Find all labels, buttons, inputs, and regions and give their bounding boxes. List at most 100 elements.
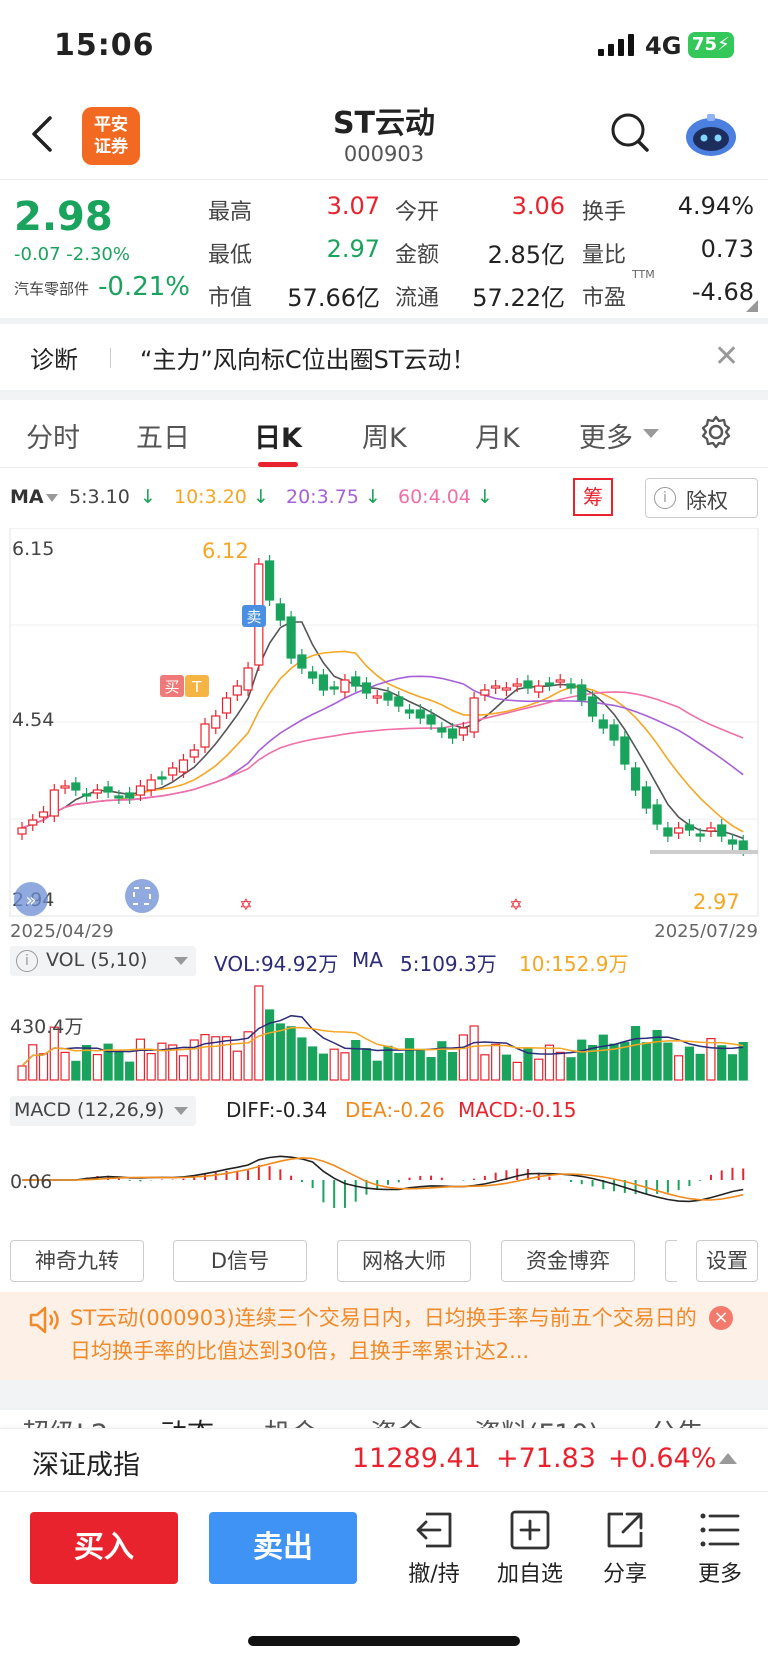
tab-announcement[interactable]: 公告 <box>650 1412 704 1428</box>
candle-body <box>458 727 468 736</box>
more-button[interactable]: 更多 <box>680 1510 760 1588</box>
candle-body <box>641 786 651 809</box>
candle-body <box>469 697 479 733</box>
candle-body <box>534 685 544 693</box>
speaker-icon <box>29 1306 59 1334</box>
volume-bar <box>71 1060 81 1081</box>
volume-bar <box>146 1052 156 1081</box>
volume-bar <box>383 1045 393 1081</box>
indicator-fund-game[interactable]: 资金博弈 <box>501 1240 635 1282</box>
open-value: 3.06 <box>511 192 565 220</box>
tab-intraday[interactable]: 分时 <box>26 416 80 455</box>
indicator-partial[interactable] <box>665 1240 677 1282</box>
candle-body <box>447 728 458 739</box>
indicator-nine-turn[interactable]: 神奇九转 <box>10 1240 144 1282</box>
announcement-text[interactable]: ST云动(000903)连续三个交易日内，日均换手率与前五个交易日的日均换手率的… <box>70 1302 700 1368</box>
candle-body <box>17 827 27 835</box>
indicator-grid-master[interactable]: 网格大师 <box>337 1240 471 1282</box>
pe-label: 市盈 <box>582 286 627 311</box>
volume-header: i VOL (5,10) VOL:94.92万 MA 5:109.3万 10:1… <box>10 946 760 978</box>
sector-change[interactable]: -0.21% <box>98 272 190 302</box>
volume-bar <box>114 1050 124 1081</box>
event-star-icon[interactable]: ✡ <box>509 895 522 914</box>
tab-daily-k[interactable]: 日K <box>254 416 302 455</box>
gear-icon[interactable] <box>698 414 734 450</box>
sell-button[interactable]: 卖出 <box>209 1512 357 1584</box>
chip-distribution-button[interactable]: 筹 <box>573 478 613 516</box>
volume-bar <box>135 1038 146 1081</box>
search-icon[interactable] <box>610 112 650 154</box>
share-icon <box>607 1512 643 1548</box>
close-icon[interactable]: × <box>709 1306 733 1330</box>
info-tabs-partial: 超级L2 动态 机会 资金 资料(F10) 公告 <box>0 1410 768 1428</box>
add-watchlist-button[interactable]: 加自选 <box>490 1510 570 1588</box>
candle-body <box>340 679 350 693</box>
diagnosis-text[interactable]: “主力”风向标C位出圈ST云动！ <box>140 340 476 375</box>
volume-bar <box>544 1044 555 1081</box>
tab-news[interactable]: 动态 <box>160 1412 214 1428</box>
volume-bar <box>60 1051 70 1081</box>
macd-header: MACD (12,26,9) DIFF:-0.34 DEA:-0.26 MACD… <box>10 1096 760 1128</box>
tab-funds[interactable]: 资金 <box>370 1412 424 1428</box>
volume-chart[interactable]: 430.4万 <box>0 980 768 1086</box>
tab-five-day[interactable]: 五日 <box>136 416 190 455</box>
add-watchlist-label: 加自选 <box>496 1562 563 1587</box>
volume-selector[interactable]: i VOL (5,10) <box>10 946 196 976</box>
close-icon[interactable]: ✕ <box>714 342 739 372</box>
low-value: 2.97 <box>326 235 380 263</box>
diagnosis-bar[interactable]: 诊断 “主力”风向标C位出圈ST云动！ ✕ <box>0 324 768 390</box>
tab-l2[interactable]: 超级L2 <box>22 1412 108 1428</box>
volume-bar <box>297 1037 307 1081</box>
ex-rights-button[interactable]: i 除权 <box>645 478 758 518</box>
ma5-value: 5:3.10 <box>69 486 130 508</box>
candle-body <box>372 695 382 699</box>
macd-macd: MACD:-0.15 <box>458 1098 577 1122</box>
volume-bar <box>372 1060 382 1081</box>
share-button[interactable]: 分享 <box>585 1510 665 1588</box>
buy-button[interactable]: 买入 <box>30 1512 178 1584</box>
indicator-d-signal[interactable]: D信号 <box>173 1240 307 1282</box>
tab-opportunity[interactable]: 机会 <box>264 1412 318 1428</box>
t-signal-text: T <box>191 678 202 696</box>
tab-weekly-k[interactable]: 周K <box>362 416 407 455</box>
ma-label: MA <box>10 486 44 508</box>
ma60-value: 60:4.04 <box>398 486 471 508</box>
index-change: +71.83 <box>496 1443 596 1474</box>
indicator-settings[interactable]: 设置 <box>696 1240 758 1282</box>
candle-body <box>125 792 135 799</box>
index-value: 11289.41 <box>352 1443 481 1474</box>
candle-body <box>92 789 102 794</box>
candle-body <box>264 560 275 601</box>
tab-more[interactable]: 更多 <box>579 416 633 455</box>
volume-bar <box>706 1037 716 1081</box>
chevron-down-icon <box>174 957 188 965</box>
home-indicator[interactable] <box>248 1636 520 1646</box>
battery-level: 75 <box>692 34 718 55</box>
event-star-icon[interactable]: ✡ <box>239 895 252 914</box>
volume-bar <box>480 1054 490 1081</box>
chevron-up-icon[interactable] <box>719 1453 737 1464</box>
chevron-down-icon <box>46 494 58 502</box>
volume-bar <box>512 1061 522 1081</box>
candle-body <box>663 827 673 837</box>
tab-monthly-k[interactable]: 月K <box>475 416 520 455</box>
macd-chart[interactable]: 0.06 <box>0 1126 768 1234</box>
announcement-banner[interactable]: ST云动(000903)连续三个交易日内，日均换手率与前五个交易日的日均换手率的… <box>0 1292 768 1380</box>
app-header: 平安 证券 ST云动 000903 <box>0 90 768 180</box>
ma-line <box>21 650 744 833</box>
sector-name[interactable]: 汽车零部件 <box>14 278 89 299</box>
tab-f10[interactable]: 资料(F10) <box>474 1412 599 1428</box>
candlestick-chart[interactable]: 卖 买 T 6.15 4.54 2.94 6.12 2.97 » ✡ ✡ 202… <box>0 528 768 938</box>
ma-line <box>21 691 744 829</box>
amount-label: 金额 <box>395 243 440 268</box>
index-ticker[interactable]: 深证成指 11289.41 +71.83 +0.64% <box>0 1428 768 1492</box>
expand-corner-icon[interactable] <box>746 300 758 312</box>
cancel-hold-button[interactable]: 撤/持 <box>394 1510 474 1588</box>
ai-assistant-icon[interactable] <box>683 112 739 158</box>
candle-body <box>512 683 522 687</box>
active-tab-indicator <box>258 462 298 467</box>
ma-legend[interactable]: MA 5:3.10 ↓ 10:3.20 ↓ 20:3.75 ↓ 60:4.04 … <box>10 486 570 512</box>
macd-selector[interactable]: MACD (12,26,9) <box>10 1096 196 1126</box>
candle-body <box>555 679 565 683</box>
fullscreen-icon[interactable] <box>125 879 159 913</box>
